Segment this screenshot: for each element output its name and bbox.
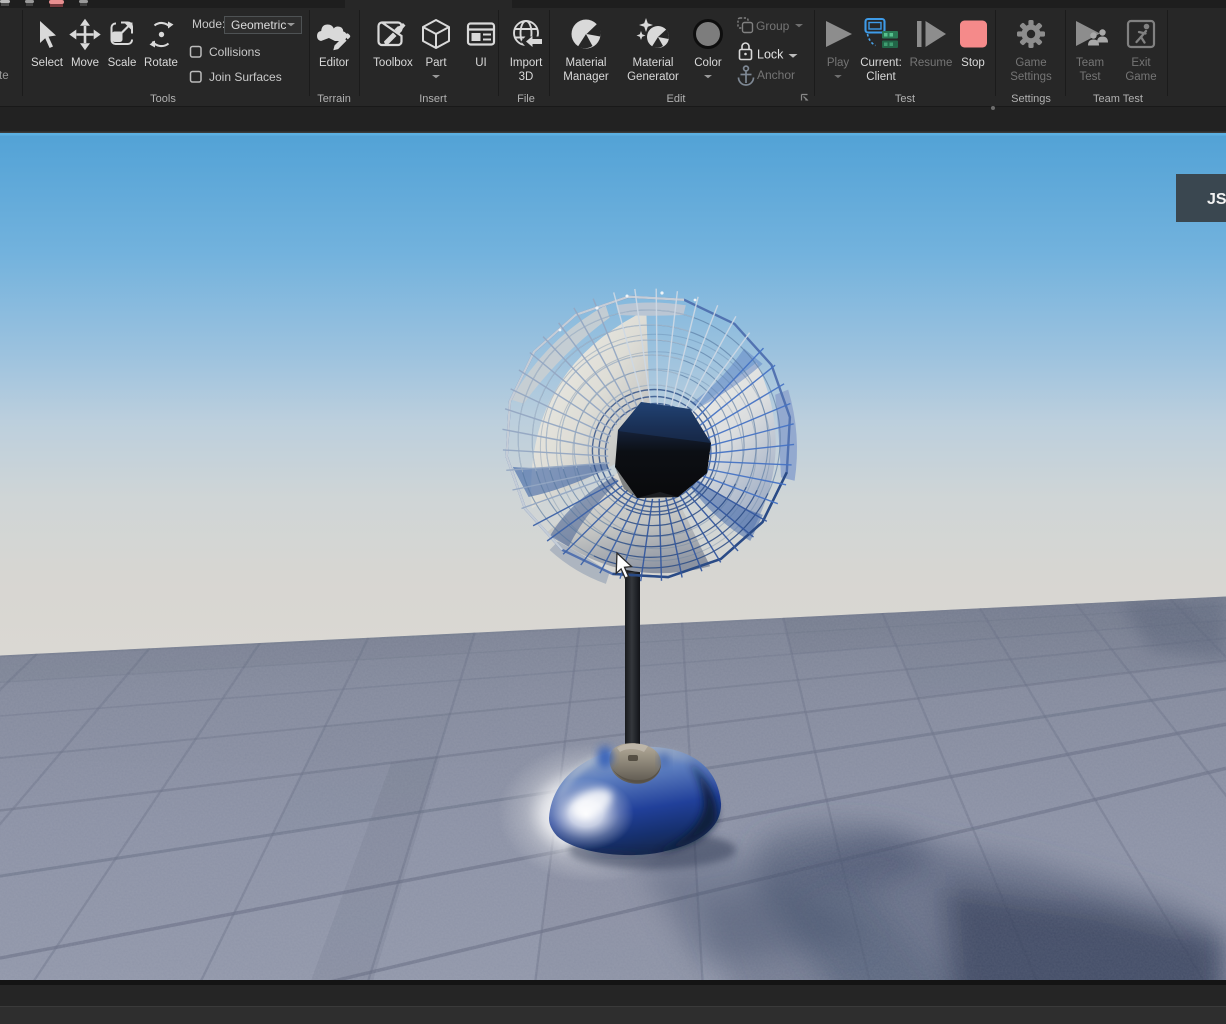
svg-text:Color: Color <box>694 57 722 69</box>
svg-text:Move: Move <box>71 57 99 69</box>
svg-text:Join Surfaces: Join Surfaces <box>209 70 282 84</box>
svg-text:Group: Group <box>756 19 790 33</box>
svg-text:Resume: Resume <box>910 57 953 69</box>
svg-text:Terrain: Terrain <box>317 93 351 105</box>
svg-text:Team Test: Team Test <box>1093 93 1143 105</box>
svg-text:Stop: Stop <box>961 57 985 69</box>
svg-text:Lock: Lock <box>757 48 784 62</box>
svg-text:Part: Part <box>425 57 447 69</box>
svg-text:Material: Material <box>633 57 674 69</box>
svg-text:JSI: JSI <box>1207 191 1226 208</box>
svg-text:Test: Test <box>1079 71 1101 83</box>
svg-text:3D: 3D <box>519 71 534 83</box>
svg-text:Settings: Settings <box>1011 93 1051 105</box>
svg-text:Play: Play <box>827 57 850 69</box>
svg-text:Select: Select <box>31 57 64 69</box>
svg-text:Edit: Edit <box>667 93 686 105</box>
svg-text:Test: Test <box>895 93 915 105</box>
svg-text:te: te <box>0 70 9 82</box>
svg-text:Game: Game <box>1015 57 1046 69</box>
svg-text:Geometric: Geometric <box>231 18 286 32</box>
svg-text:Scale: Scale <box>108 57 137 69</box>
svg-text:Client: Client <box>866 71 896 83</box>
svg-text:Editor: Editor <box>319 57 349 69</box>
svg-text:Game: Game <box>1125 71 1156 83</box>
svg-text:Toolbox: Toolbox <box>373 57 413 69</box>
svg-text:Anchor: Anchor <box>757 68 795 82</box>
svg-text:UI: UI <box>475 57 487 69</box>
svg-text:Insert: Insert <box>419 93 447 105</box>
svg-text:Mode:: Mode: <box>192 17 225 31</box>
svg-text:File: File <box>517 93 535 105</box>
svg-text:Generator: Generator <box>627 71 679 83</box>
svg-text:Settings: Settings <box>1010 71 1052 83</box>
svg-text:Current:: Current: <box>860 57 902 69</box>
svg-text:Material: Material <box>566 57 607 69</box>
svg-text:Exit: Exit <box>1131 57 1151 69</box>
svg-text:Rotate: Rotate <box>144 57 178 69</box>
svg-text:Collisions: Collisions <box>209 45 260 59</box>
svg-text:Tools: Tools <box>150 93 176 105</box>
svg-text:Import: Import <box>510 57 543 69</box>
svg-text:Team: Team <box>1076 57 1104 69</box>
svg-text:Manager: Manager <box>563 71 609 83</box>
